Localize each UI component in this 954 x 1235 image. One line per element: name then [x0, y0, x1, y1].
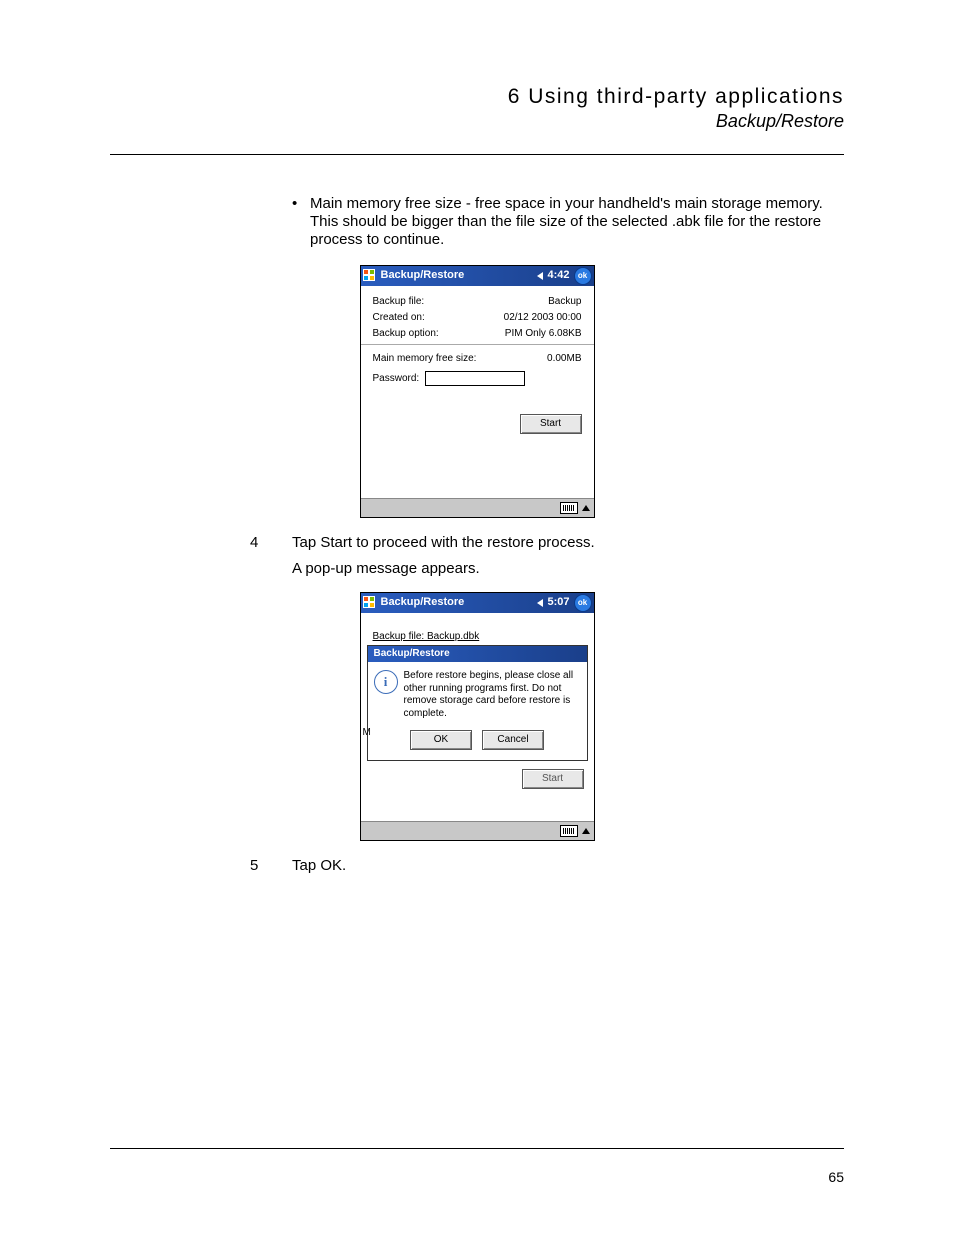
title-bar-1: Backup/Restore 4:42 ok: [361, 266, 594, 286]
document-page: 6 Using third-party applications Backup/…: [0, 0, 954, 1235]
truncated-m: M: [363, 727, 371, 739]
screenshot-1-wrapper: Backup/Restore 4:42 ok Backup file: Back…: [110, 265, 844, 518]
dialog-cancel-button[interactable]: Cancel: [482, 730, 544, 750]
start-button-1[interactable]: Start: [520, 414, 582, 434]
bullet-text: Main memory free size - free space in yo…: [310, 195, 823, 248]
sound-icon[interactable]: [537, 272, 543, 280]
start-row-1: Start: [373, 414, 582, 434]
row-created-on: Created on: 02/12 2003 00:00: [373, 312, 582, 324]
step-5: 5 Tap OK.: [250, 857, 844, 875]
start-button-2[interactable]: Start: [522, 769, 584, 789]
dialog-body: i Before restore begins, please close al…: [368, 662, 587, 726]
start-flag-icon-2[interactable]: [363, 596, 377, 610]
start-row-2: Start: [361, 767, 594, 799]
start-flag-icon[interactable]: [363, 269, 377, 283]
step-4-sub: A pop-up message appears.: [250, 560, 844, 578]
bullet-icon: •: [292, 195, 297, 213]
label-backup-file: Backup file:: [373, 296, 425, 308]
ok-button-1[interactable]: ok: [574, 267, 592, 285]
header-rule: [110, 154, 844, 155]
row-backup-option: Backup option: PIM Only 6.08KB: [373, 328, 582, 340]
row-password: Password:: [373, 371, 582, 386]
title-text-2: Backup/Restore: [381, 596, 465, 609]
dialog-ok-button[interactable]: OK: [410, 730, 472, 750]
clock-time-2: 5:07: [547, 596, 569, 609]
value-backup-option: PIM Only 6.08KB: [505, 328, 582, 340]
step-5-text: Tap OK.: [250, 857, 844, 875]
step-5-number: 5: [250, 857, 258, 875]
step-4-text: Tap Start to proceed with the restore pr…: [250, 534, 844, 552]
ppc-body-1: Backup file: Backup Created on: 02/12 20…: [361, 286, 594, 498]
label-password: Password:: [373, 373, 420, 385]
title-text-1: Backup/Restore: [381, 269, 465, 282]
label-created-on: Created on:: [373, 312, 425, 324]
page-number: 65: [828, 1169, 844, 1185]
input-selector-icon-2[interactable]: [582, 828, 590, 834]
ppc-window-2: Backup/Restore 5:07 ok Backup file: Back…: [360, 592, 595, 841]
password-input[interactable]: [425, 371, 525, 386]
input-selector-icon[interactable]: [582, 505, 590, 511]
ppc-body-2: Backup file: Backup.dbk Backup/Restore i…: [361, 613, 594, 821]
separator-line: [361, 344, 594, 345]
ok-button-2[interactable]: ok: [574, 594, 592, 612]
keyboard-icon[interactable]: [560, 502, 578, 514]
step-4-number: 4: [250, 534, 258, 552]
value-backup-file: Backup: [548, 296, 581, 308]
content-area: • Main memory free size - free space in …: [110, 195, 844, 875]
section-subtitle: Backup/Restore: [110, 111, 844, 132]
bottom-bar-1: [361, 498, 594, 517]
bullet-block: • Main memory free size - free space in …: [250, 195, 844, 249]
screenshot-2-wrapper: Backup/Restore 5:07 ok Backup file: Back…: [110, 592, 844, 841]
dialog-message: Before restore begins, please close all …: [404, 670, 577, 720]
ppc-window-1: Backup/Restore 4:42 ok Backup file: Back…: [360, 265, 595, 518]
keyboard-icon-2[interactable]: [560, 825, 578, 837]
bottom-bar-2: [361, 821, 594, 840]
clock-time-1: 4:42: [547, 269, 569, 282]
info-icon: i: [374, 670, 398, 694]
dialog-buttons: OK Cancel: [368, 726, 587, 760]
bullet-item: • Main memory free size - free space in …: [310, 195, 844, 249]
row-memory: Main memory free size: 0.00MB: [373, 353, 582, 365]
popup-dialog: Backup/Restore i Before restore begins, …: [367, 645, 588, 761]
row-backup-file: Backup file: Backup: [373, 296, 582, 308]
title-bar-2: Backup/Restore 5:07 ok: [361, 593, 594, 613]
chapter-title: 6 Using third-party applications: [110, 85, 844, 109]
step-4: 4 Tap Start to proceed with the restore …: [250, 534, 844, 552]
dialog-title: Backup/Restore: [368, 646, 587, 662]
value-created-on: 02/12 2003 00:00: [504, 312, 582, 324]
label-memory: Main memory free size:: [373, 353, 477, 365]
sound-icon-2[interactable]: [537, 599, 543, 607]
page-header: 6 Using third-party applications Backup/…: [110, 85, 844, 142]
footer-rule: [110, 1148, 844, 1149]
backup-file-line: Backup file: Backup.dbk: [361, 621, 594, 645]
value-memory: 0.00MB: [547, 353, 581, 365]
label-backup-option: Backup option:: [373, 328, 439, 340]
